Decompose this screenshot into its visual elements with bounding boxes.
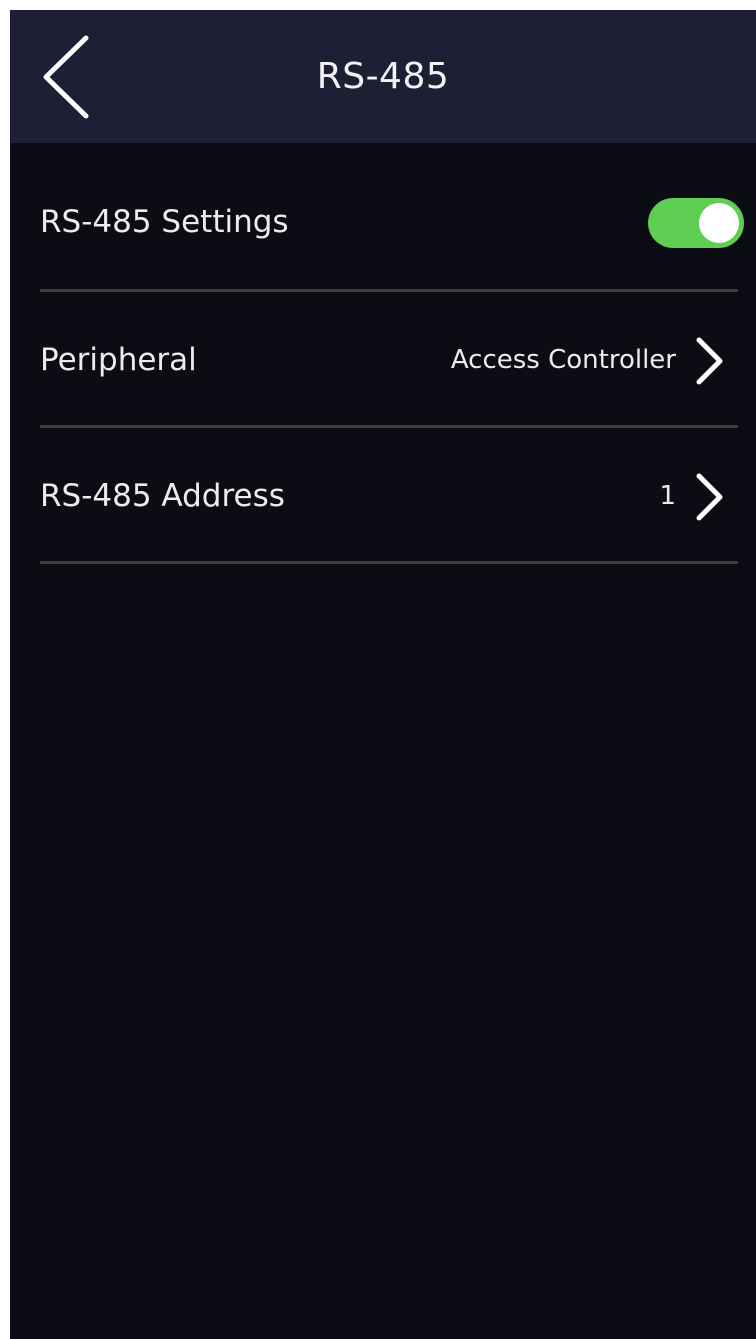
peripheral-label: Peripheral <box>40 342 197 378</box>
chevron-left-icon <box>43 35 89 119</box>
header-bar: RS-485 <box>10 10 756 143</box>
peripheral-value: Access Controller <box>450 345 676 375</box>
rs485-address-label: RS-485 Address <box>40 478 285 514</box>
chevron-right-icon <box>692 472 726 522</box>
rs485-settings-row: RS-485 Settings <box>40 156 744 292</box>
rs485-address-row[interactable]: RS-485 Address 1 <box>40 428 738 564</box>
peripheral-row[interactable]: Peripheral Access Controller <box>40 292 738 428</box>
toggle-knob <box>699 203 739 243</box>
screen: RS-485 RS-485 Settings Peripheral Access… <box>10 10 756 1339</box>
chevron-right-icon <box>692 336 726 386</box>
back-button[interactable] <box>34 32 104 122</box>
rs485-settings-label: RS-485 Settings <box>40 204 289 240</box>
rs485-settings-toggle[interactable] <box>648 198 744 248</box>
page-title: RS-485 <box>316 56 450 97</box>
rs485-address-value: 1 <box>659 481 676 511</box>
divider <box>40 561 738 564</box>
